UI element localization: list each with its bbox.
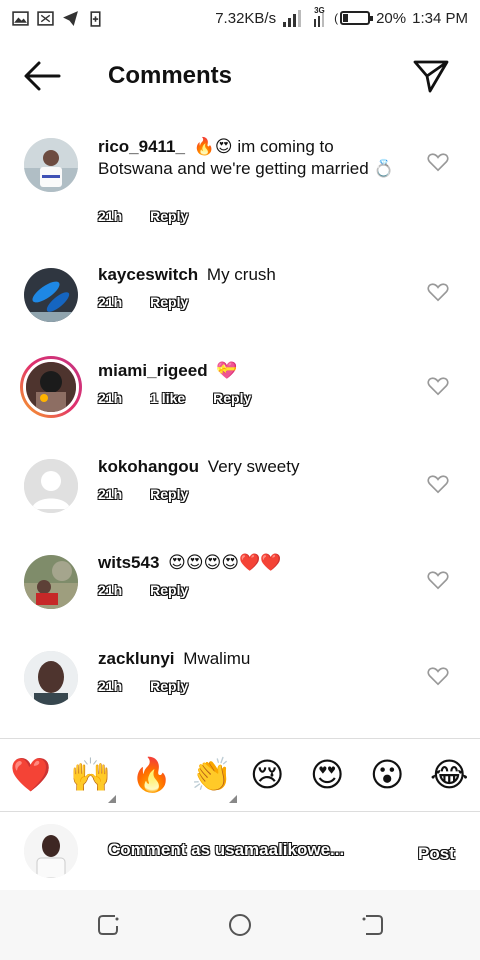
story-avatar[interactable] bbox=[20, 356, 82, 418]
comment-item: kokohangou Very sweety 21h Reply bbox=[0, 450, 480, 530]
paper-plane-icon[interactable] bbox=[412, 58, 450, 94]
heart-icon[interactable] bbox=[427, 570, 449, 590]
heart-icon[interactable] bbox=[427, 474, 449, 494]
laughing-face-emoji-button[interactable]: 😂 bbox=[430, 755, 469, 795]
comment-item: zacklunyi Mwalimu 21h Reply bbox=[0, 642, 480, 722]
header: Comments bbox=[0, 44, 480, 108]
comment-text: 😍😍😍😍❤️❤️ bbox=[168, 553, 282, 572]
avatar[interactable] bbox=[24, 138, 78, 192]
telegram-icon bbox=[63, 10, 78, 26]
comment-time: 21h bbox=[98, 678, 123, 694]
clapping-hands-emoji-button[interactable]: 👏 bbox=[191, 755, 232, 795]
comment-item: rico_9411_ 🔥😍 im coming to Botswana and … bbox=[0, 128, 480, 232]
red-heart-emoji-button[interactable]: ❤️ bbox=[10, 755, 51, 795]
comment-meta: 21h Reply bbox=[98, 582, 188, 598]
comment-meta: 21h 1 like Reply bbox=[98, 390, 251, 406]
page-title: Comments bbox=[108, 62, 233, 89]
system-status: 7.32KB/s 3G ( 20% 1:34 PM bbox=[215, 6, 468, 27]
comment-body: kayceswitch My crush bbox=[98, 264, 408, 286]
comment-username[interactable]: zacklunyi bbox=[98, 649, 175, 668]
heart-icon[interactable] bbox=[427, 152, 449, 172]
comment-item: wits543 😍😍😍😍❤️❤️ 21h Reply bbox=[0, 546, 480, 626]
avatar[interactable] bbox=[24, 268, 78, 322]
battery-icon: ( bbox=[334, 11, 374, 25]
comment-time: 21h bbox=[98, 582, 123, 598]
default-avatar[interactable] bbox=[24, 459, 78, 513]
comment-meta: 21h Reply bbox=[98, 678, 188, 694]
comment-meta: 21h Reply bbox=[98, 294, 188, 310]
reply-button[interactable]: Reply bbox=[213, 390, 251, 406]
comment-text: Mwalimu bbox=[183, 649, 251, 668]
crying-face-emoji-button[interactable]: 😢 bbox=[250, 755, 284, 795]
comment-body: zacklunyi Mwalimu bbox=[98, 648, 408, 670]
heart-icon[interactable] bbox=[427, 376, 449, 396]
clock: 1:34 PM bbox=[412, 9, 468, 27]
raising-hands-emoji-button[interactable]: 🙌 bbox=[70, 755, 111, 795]
battery-saver-icon bbox=[90, 10, 101, 27]
comment-time: 21h bbox=[98, 294, 123, 310]
comment-body: rico_9411_ 🔥😍 im coming to Botswana and … bbox=[98, 136, 408, 180]
comment-time: 21h bbox=[98, 486, 123, 502]
avatar[interactable] bbox=[24, 651, 78, 705]
comment-text: 💝 bbox=[216, 361, 238, 380]
reply-button[interactable]: Reply bbox=[150, 294, 188, 310]
comment-meta: 21h Reply bbox=[98, 208, 188, 224]
current-user-avatar bbox=[24, 824, 78, 878]
comment-username[interactable]: rico_9411_ bbox=[98, 137, 185, 156]
notification-icons bbox=[12, 10, 104, 27]
heart-eyes-emoji-button[interactable]: 😍 bbox=[310, 755, 344, 795]
mobile-data-icon: 3G bbox=[312, 6, 328, 27]
status-bar: 7.32KB/s 3G ( 20% 1:34 PM bbox=[0, 0, 480, 36]
post-button[interactable]: Post bbox=[418, 844, 455, 864]
comment-body: miami_rigeed 💝 bbox=[98, 360, 408, 382]
reply-button[interactable]: Reply bbox=[150, 486, 188, 502]
system-nav-bar bbox=[0, 890, 480, 960]
arrow-left-icon[interactable] bbox=[22, 60, 62, 92]
like-count[interactable]: 1 like bbox=[150, 390, 185, 406]
reply-button[interactable]: Reply bbox=[150, 582, 188, 598]
battery-percent: 20% bbox=[376, 9, 407, 27]
comment-username[interactable]: kokohangou bbox=[98, 457, 199, 476]
comment-item: miami_rigeed 💝 21h 1 like Reply bbox=[0, 354, 480, 434]
comment-meta: 21h Reply bbox=[98, 486, 188, 502]
back-nav-icon[interactable] bbox=[360, 912, 386, 938]
emoji-reaction-bar: ❤️ 🙌 🔥 👏 😢 😍 😮 😂 bbox=[0, 738, 480, 812]
comment-input[interactable]: Comment as usamaalikowe... bbox=[108, 840, 388, 860]
heart-icon[interactable] bbox=[427, 282, 449, 302]
gallery-icon bbox=[12, 10, 29, 26]
reply-button[interactable]: Reply bbox=[150, 208, 188, 224]
fire-emoji-button[interactable]: 🔥 bbox=[131, 755, 172, 795]
avatar[interactable] bbox=[24, 555, 78, 609]
comment-text: Very sweety bbox=[207, 457, 300, 476]
comment-username[interactable]: kayceswitch bbox=[98, 265, 198, 284]
network-speed: 7.32KB/s bbox=[215, 9, 277, 27]
reply-button[interactable]: Reply bbox=[150, 678, 188, 694]
signal-icon bbox=[283, 10, 302, 27]
comment-item: kayceswitch My crush 21h Reply bbox=[0, 258, 480, 338]
skin-tone-indicator-icon bbox=[108, 795, 116, 803]
comment-body: kokohangou Very sweety bbox=[98, 456, 408, 478]
image-icon bbox=[37, 10, 54, 26]
skin-tone-indicator-icon bbox=[229, 795, 237, 803]
comment-time: 21h bbox=[98, 208, 123, 224]
comment-username[interactable]: wits543 bbox=[98, 553, 159, 572]
comment-composer: Comment as usamaalikowe... Post bbox=[0, 812, 480, 890]
comment-username[interactable]: miami_rigeed bbox=[98, 361, 208, 380]
home-icon[interactable] bbox=[227, 912, 253, 938]
surprised-face-emoji-button[interactable]: 😮 bbox=[370, 755, 404, 795]
comment-body: wits543 😍😍😍😍❤️❤️ bbox=[98, 552, 408, 574]
comment-time: 21h bbox=[98, 390, 123, 406]
recent-apps-icon[interactable] bbox=[95, 912, 121, 938]
comment-text: My crush bbox=[206, 265, 276, 284]
heart-icon[interactable] bbox=[427, 666, 449, 686]
